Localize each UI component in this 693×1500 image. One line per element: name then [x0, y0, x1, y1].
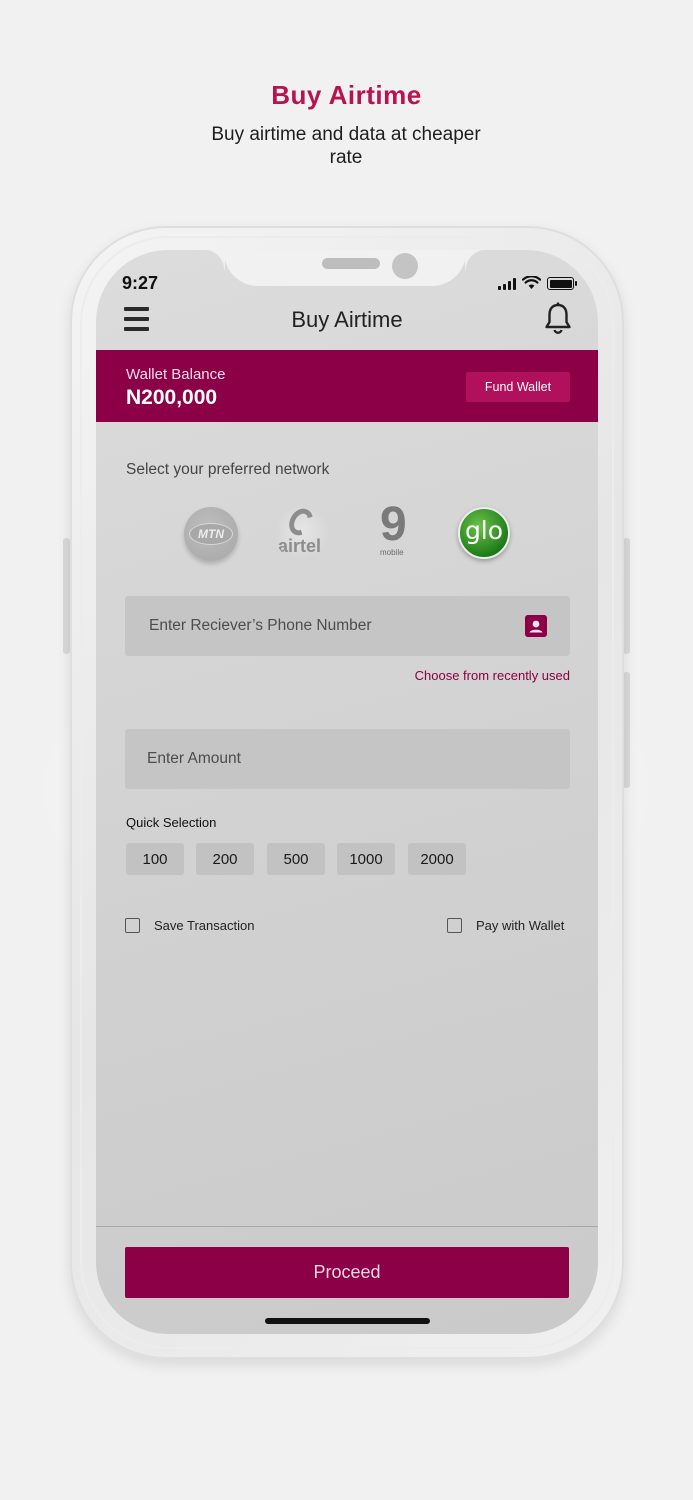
status-time: 9:27: [122, 273, 159, 293]
pay-with-wallet-label: Pay with Wallet: [476, 918, 565, 933]
pay-with-wallet-checkbox[interactable]: [447, 918, 462, 933]
phone-screen: 9:27 Buy Airtime Wallet Balance N200,000…: [96, 250, 598, 1334]
battery-icon: [547, 277, 577, 290]
network-airtel[interactable]: airtel: [275, 507, 329, 561]
footer-divider: [96, 1226, 598, 1227]
network-prompt: Select your preferred network: [126, 461, 330, 478]
bell-icon[interactable]: [544, 302, 572, 336]
phone-power-button: [623, 672, 630, 788]
network-mtn[interactable]: MTN: [184, 507, 238, 561]
status-icons: [498, 276, 577, 290]
phone-volume-button: [63, 538, 70, 654]
quick-amount-chip[interactable]: 500: [267, 843, 325, 875]
speaker-grille: [322, 258, 380, 269]
phone-notch: [203, 250, 487, 286]
promo-subtitle: Buy airtime and data at cheaper rate: [211, 124, 481, 168]
amount-input[interactable]: [125, 729, 570, 789]
save-transaction-checkbox[interactable]: [125, 918, 140, 933]
quick-amount-chip[interactable]: 200: [196, 843, 254, 875]
wallet-balance: N200,000: [126, 386, 218, 409]
save-transaction-label: Save Transaction: [154, 918, 255, 933]
quick-amount-chip[interactable]: 2000: [408, 843, 466, 875]
front-camera: [392, 253, 418, 279]
wifi-icon: [522, 276, 541, 289]
page-title: Buy Airtime: [291, 307, 403, 332]
phone-number-input[interactable]: [125, 596, 570, 656]
home-indicator: [265, 1318, 430, 1324]
mtn-logo-text: MTN: [189, 523, 233, 545]
network-glo[interactable]: glo: [458, 507, 510, 559]
quick-amount-chip[interactable]: 1000: [337, 843, 395, 875]
9mobile-logo-text: 9: [380, 498, 407, 551]
9mobile-logo-subtext: mobile: [380, 548, 404, 557]
airtel-logo-text: airtel: [278, 536, 322, 556]
quick-selection-label: Quick Selection: [126, 815, 217, 830]
recently-used-link[interactable]: Choose from recently used: [415, 668, 570, 683]
proceed-button[interactable]: Proceed: [125, 1247, 569, 1298]
quick-amount-chip[interactable]: 100: [126, 843, 184, 875]
airtel-swirl-icon: [284, 507, 318, 540]
network-9mobile[interactable]: 9 mobile: [366, 501, 420, 561]
glo-logo-text: glo: [464, 516, 504, 545]
wallet-banner: Wallet Balance N200,000 Fund Wallet: [96, 350, 598, 422]
phone-side-button: [623, 538, 630, 654]
signal-icon: [498, 278, 516, 290]
fund-wallet-button[interactable]: Fund Wallet: [466, 372, 570, 402]
wallet-label: Wallet Balance: [126, 366, 226, 383]
contact-book-icon[interactable]: [525, 615, 547, 637]
promo-title: Buy Airtime: [271, 80, 422, 110]
